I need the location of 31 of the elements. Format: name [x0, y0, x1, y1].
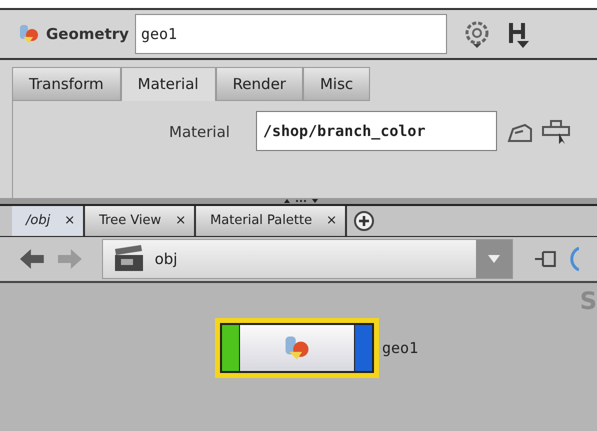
open-node-icon[interactable] — [504, 121, 535, 145]
geometry-icon — [18, 23, 40, 45]
caret-icon — [488, 255, 500, 263]
pane-tab[interactable]: /obj × — [12, 206, 86, 236]
close-mark[interactable]: × — [326, 211, 337, 231]
bypass-flag[interactable] — [222, 325, 240, 371]
material-path-field[interactable]: /shop/branch_color — [256, 111, 497, 151]
node-name-label: geo1 — [382, 338, 418, 359]
geometry-icon — [283, 334, 311, 362]
add-tab-icon[interactable] — [352, 210, 375, 232]
dropdown-button[interactable] — [476, 240, 512, 278]
close-mark[interactable]: × — [64, 211, 76, 231]
select-node-icon[interactable] — [540, 119, 571, 145]
pane-tab[interactable]: Tree View × — [85, 206, 196, 236]
clapperboard-icon — [112, 245, 145, 273]
path-field[interactable]: obj — [102, 239, 514, 279]
close-mark[interactable]: × — [175, 211, 186, 231]
path-value: obj — [154, 248, 178, 270]
parameter-tab[interactable]: Transform — [12, 67, 121, 101]
display-flag[interactable] — [354, 325, 372, 371]
pane-tab[interactable]: Material Palette × — [196, 206, 347, 236]
pane-tab-label: /obj — [26, 212, 50, 230]
node-name-field[interactable]: geo1 — [134, 14, 447, 54]
parameter-tab[interactable]: Material — [120, 67, 216, 101]
back-arrow-icon[interactable] — [18, 246, 46, 272]
material-label: Material — [169, 122, 230, 143]
parameter-tab[interactable]: Misc — [302, 67, 370, 101]
pane-tab-label: Tree View — [99, 212, 162, 230]
pane-tab-label: Material Palette — [210, 212, 312, 230]
node-type-label: Geometry — [46, 24, 129, 45]
parameter-tab[interactable]: Render — [216, 67, 303, 101]
